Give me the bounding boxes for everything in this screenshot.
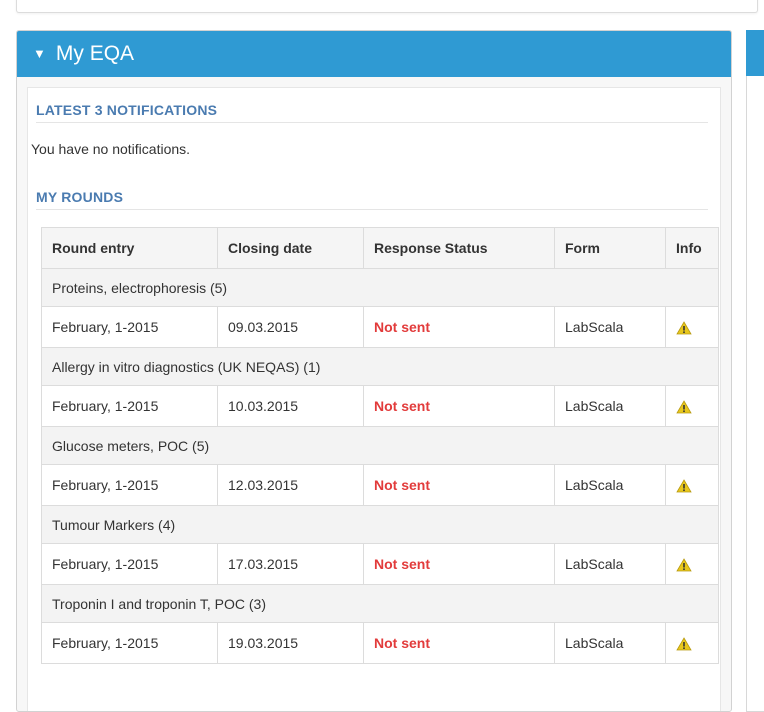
notifications-empty-text: You have no notifications. bbox=[31, 141, 191, 157]
column-header-closing-date[interactable]: Closing date bbox=[217, 227, 364, 269]
round-group-row: Tumour Markers (4) bbox=[41, 505, 719, 544]
info-cell[interactable] bbox=[665, 543, 719, 585]
round-entry-cell: February, 1-2015 bbox=[41, 306, 218, 348]
table-header-row: Round entry Closing date Response Status… bbox=[41, 227, 719, 269]
column-header-info: Info bbox=[665, 227, 719, 269]
caret-down-icon[interactable]: ▼ bbox=[33, 46, 46, 61]
form-cell[interactable]: LabScala bbox=[554, 622, 666, 664]
panel-title: My EQA bbox=[55, 42, 135, 65]
info-cell[interactable] bbox=[665, 306, 719, 348]
round-group-row: Troponin I and troponin T, POC (3) bbox=[41, 584, 719, 623]
round-group-name: Tumour Markers (4) bbox=[41, 505, 719, 544]
closing-date-cell: 19.03.2015 bbox=[217, 622, 364, 664]
warning-icon[interactable] bbox=[676, 400, 692, 414]
info-cell[interactable] bbox=[665, 385, 719, 427]
round-entry-cell: February, 1-2015 bbox=[41, 622, 218, 664]
right-panel-header bbox=[746, 30, 764, 76]
closing-date-cell: 17.03.2015 bbox=[217, 543, 364, 585]
info-cell[interactable] bbox=[665, 622, 719, 664]
form-cell[interactable]: LabScala bbox=[554, 306, 666, 348]
round-group-name: Allergy in vitro diagnostics (UK NEQAS) … bbox=[41, 347, 719, 386]
top-panel bbox=[16, 0, 758, 13]
round-entry-cell: February, 1-2015 bbox=[41, 385, 218, 427]
closing-date-cell: 10.03.2015 bbox=[217, 385, 364, 427]
closing-date-cell: 09.03.2015 bbox=[217, 306, 364, 348]
round-group-row: Allergy in vitro diagnostics (UK NEQAS) … bbox=[41, 347, 719, 386]
round-entry-cell: February, 1-2015 bbox=[41, 464, 218, 506]
info-cell[interactable] bbox=[665, 464, 719, 506]
round-entry-row[interactable]: February, 1-2015 12.03.2015 Not sent LabSca… bbox=[41, 464, 719, 506]
warning-icon[interactable] bbox=[676, 558, 692, 572]
warning-icon[interactable] bbox=[676, 637, 692, 651]
notifications-heading: LATEST 3 NOTIFICATIONS bbox=[36, 102, 708, 123]
warning-icon[interactable] bbox=[676, 479, 692, 493]
response-status-cell: Not sent bbox=[363, 622, 555, 664]
panel-header[interactable]: ▼ My EQA bbox=[17, 31, 731, 77]
rounds-table: Round entry Closing date Response Status… bbox=[41, 227, 719, 664]
column-header-form[interactable]: Form bbox=[554, 227, 666, 269]
response-status-cell: Not sent bbox=[363, 306, 555, 348]
round-entry-row[interactable]: February, 1-2015 19.03.2015 Not sent LabSca… bbox=[41, 622, 719, 664]
response-status-cell: Not sent bbox=[363, 464, 555, 506]
round-group-name: Proteins, electrophoresis (5) bbox=[41, 268, 719, 307]
response-status-cell: Not sent bbox=[363, 543, 555, 585]
form-cell[interactable]: LabScala bbox=[554, 385, 666, 427]
rounds-heading: MY ROUNDS bbox=[36, 189, 708, 210]
round-entry-row[interactable]: February, 1-2015 17.03.2015 Not sent LabSca… bbox=[41, 543, 719, 585]
round-entry-row[interactable]: February, 1-2015 09.03.2015 Not sent LabSca… bbox=[41, 306, 719, 348]
form-cell[interactable]: LabScala bbox=[554, 543, 666, 585]
round-group-row: Proteins, electrophoresis (5) bbox=[41, 268, 719, 307]
round-group-name: Troponin I and troponin T, POC (3) bbox=[41, 584, 719, 623]
my-eqa-panel: ▼ My EQA LATEST 3 NOTIFICATIONS You have… bbox=[16, 30, 732, 712]
round-entry-cell: February, 1-2015 bbox=[41, 543, 218, 585]
panel-body: LATEST 3 NOTIFICATIONS You have no notif… bbox=[27, 87, 721, 711]
round-group-row: Glucose meters, POC (5) bbox=[41, 426, 719, 465]
closing-date-cell: 12.03.2015 bbox=[217, 464, 364, 506]
round-entry-row[interactable]: February, 1-2015 10.03.2015 Not sent LabSca… bbox=[41, 385, 719, 427]
round-group-name: Glucose meters, POC (5) bbox=[41, 426, 719, 465]
form-cell[interactable]: LabScala bbox=[554, 464, 666, 506]
response-status-cell: Not sent bbox=[363, 385, 555, 427]
column-header-round-entry[interactable]: Round entry bbox=[41, 227, 218, 269]
column-header-response-status[interactable]: Response Status bbox=[363, 227, 555, 269]
right-panel bbox=[746, 30, 764, 712]
warning-icon[interactable] bbox=[676, 321, 692, 335]
